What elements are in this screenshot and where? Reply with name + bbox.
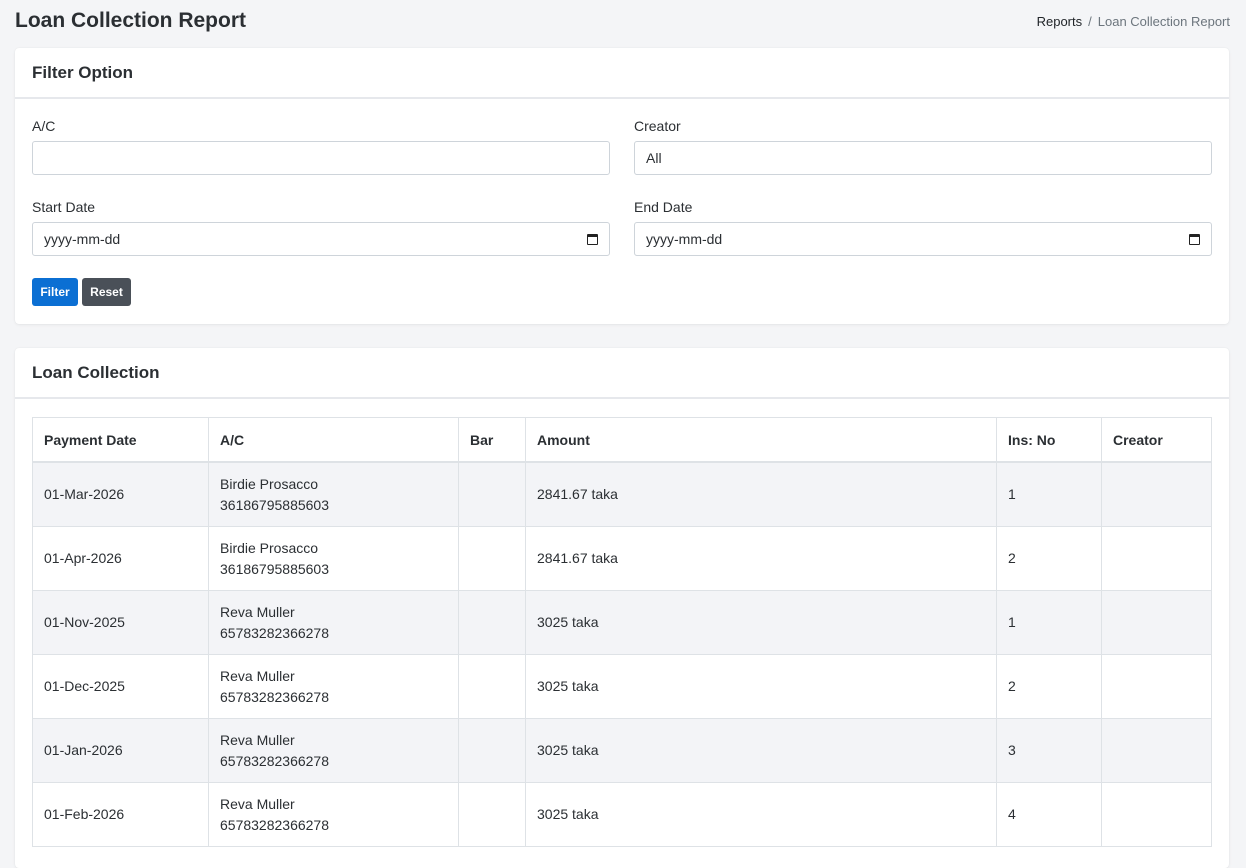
creator-field-group: Creator All (634, 118, 1212, 175)
account-number: 36186795885603 (220, 560, 330, 577)
start-date-input[interactable]: yyyy-mm-dd (32, 222, 610, 256)
account-number: 36186795885603 (220, 496, 330, 513)
end-date-input[interactable]: yyyy-mm-dd (634, 222, 1212, 256)
creator-select[interactable]: All (634, 141, 1212, 175)
account-holder-name: Birdie Prosacco (220, 475, 319, 492)
calendar-icon[interactable] (1189, 233, 1200, 245)
column-header-ac[interactable]: A/C (208, 417, 459, 463)
table-row: 01-Dec-2025 Reva Muller 65783282366278 30… (32, 654, 1212, 719)
amount-cell: 3025 taka (525, 654, 997, 719)
reset-button[interactable]: Reset (82, 278, 131, 306)
account-number: 65783282366278 (220, 816, 330, 833)
bar-cell (458, 782, 526, 847)
account-holder-name: Reva Muller (220, 603, 295, 620)
payment-date-cell: 01-Feb-2026 (32, 782, 209, 847)
table-row: 01-Apr-2026 Birdie Prosacco 3618679588560… (32, 526, 1212, 591)
amount-cell: 3025 taka (525, 718, 997, 783)
payment-date-cell: 01-Mar-2026 (32, 461, 209, 527)
creator-cell (1101, 718, 1212, 783)
creator-cell (1101, 526, 1212, 591)
ac-input[interactable] (32, 141, 610, 175)
calendar-icon[interactable] (587, 233, 598, 245)
start-date-field-group: Start Date yyyy-mm-dd (32, 199, 610, 256)
ins-no-cell: 1 (996, 461, 1102, 527)
ac-cell: Birdie Prosacco 36186795885603 (208, 461, 459, 527)
end-date-field-group: End Date yyyy-mm-dd (634, 199, 1212, 256)
start-date-value: yyyy-mm-dd (44, 231, 121, 247)
account-holder-name: Reva Muller (220, 667, 295, 684)
breadcrumb-separator: / (1088, 13, 1092, 29)
column-header-creator[interactable]: Creator (1101, 417, 1212, 463)
bar-cell (458, 718, 526, 783)
creator-label: Creator (634, 118, 681, 134)
filter-card: Filter Option A/C Creator All Start Date… (15, 48, 1229, 324)
column-header-bar[interactable]: Bar (458, 417, 526, 463)
payment-date-cell: 01-Nov-2025 (32, 590, 209, 655)
ins-no-cell: 4 (996, 782, 1102, 847)
column-header-ins-no[interactable]: Ins: No (996, 417, 1102, 463)
table-row: 01-Nov-2025 Reva Muller 65783282366278 30… (32, 590, 1212, 655)
amount-cell: 2841.67 taka (525, 526, 997, 591)
creator-cell (1101, 461, 1212, 527)
amount-cell: 3025 taka (525, 782, 997, 847)
ins-no-cell: 2 (996, 654, 1102, 719)
filter-form: A/C Creator All Start Date yyyy-mm-dd En… (15, 99, 1229, 324)
ac-cell: Reva Muller 65783282366278 (208, 782, 459, 847)
ac-cell: Reva Muller 65783282366278 (208, 718, 459, 783)
end-date-value: yyyy-mm-dd (646, 231, 723, 247)
table-body: 01-Mar-2026 Birdie Prosacco 3618679588560… (32, 461, 1212, 847)
breadcrumb-reports-link[interactable]: Reports (1037, 14, 1083, 29)
column-header-payment-date[interactable]: Payment Date (32, 417, 209, 463)
breadcrumb-current: Loan Collection Report (1097, 13, 1230, 29)
payment-date-cell: 01-Dec-2025 (32, 654, 209, 719)
filter-card-header: Filter Option (15, 48, 1229, 99)
creator-cell (1101, 782, 1212, 847)
ins-no-cell: 1 (996, 590, 1102, 655)
account-number: 65783282366278 (220, 752, 330, 769)
account-holder-name: Birdie Prosacco (220, 539, 319, 556)
account-holder-name: Reva Muller (220, 731, 295, 748)
amount-cell: 3025 taka (525, 590, 997, 655)
loan-collection-title: Loan Collection (32, 362, 160, 382)
end-date-label: End Date (634, 199, 693, 215)
loan-collection-card-header: Loan Collection (15, 348, 1229, 399)
ins-no-cell: 2 (996, 526, 1102, 591)
creator-cell (1101, 654, 1212, 719)
filter-button[interactable]: Filter (32, 278, 78, 306)
filter-card-title: Filter Option (32, 62, 134, 82)
ac-cell: Reva Muller 65783282366278 (208, 654, 459, 719)
ac-label: A/C (32, 118, 56, 134)
loan-collection-table: Payment Date A/C Bar Amount Ins: No Crea… (32, 417, 1212, 847)
ac-cell: Birdie Prosacco 36186795885603 (208, 526, 459, 591)
bar-cell (458, 654, 526, 719)
payment-date-cell: 01-Apr-2026 (32, 526, 209, 591)
amount-cell: 2841.67 taka (525, 461, 997, 527)
account-number: 65783282366278 (220, 624, 330, 641)
table-row: 01-Mar-2026 Birdie Prosacco 3618679588560… (32, 461, 1212, 527)
ac-cell: Reva Muller 65783282366278 (208, 590, 459, 655)
table-header-row: Payment Date A/C Bar Amount Ins: No Crea… (32, 417, 1212, 463)
bar-cell (458, 526, 526, 591)
start-date-label: Start Date (32, 199, 96, 215)
loan-collection-card: Loan Collection Payment Date A/C Bar Amo… (15, 348, 1229, 868)
page-header: Loan Collection Report Reports / Loan Co… (15, 7, 1230, 35)
breadcrumb: Reports / Loan Collection Report (1037, 14, 1230, 29)
account-number: 65783282366278 (220, 688, 330, 705)
table-row: 01-Feb-2026 Reva Muller 65783282366278 30… (32, 782, 1212, 847)
creator-cell (1101, 590, 1212, 655)
account-holder-name: Reva Muller (220, 795, 295, 812)
bar-cell (458, 590, 526, 655)
column-header-amount[interactable]: Amount (525, 417, 997, 463)
table-row: 01-Jan-2026 Reva Muller 65783282366278 30… (32, 718, 1212, 783)
ins-no-cell: 3 (996, 718, 1102, 783)
page-title: Loan Collection Report (15, 9, 246, 32)
payment-date-cell: 01-Jan-2026 (32, 718, 209, 783)
creator-select-value: All (646, 150, 662, 166)
bar-cell (458, 461, 526, 527)
ac-field-group: A/C (32, 118, 610, 175)
